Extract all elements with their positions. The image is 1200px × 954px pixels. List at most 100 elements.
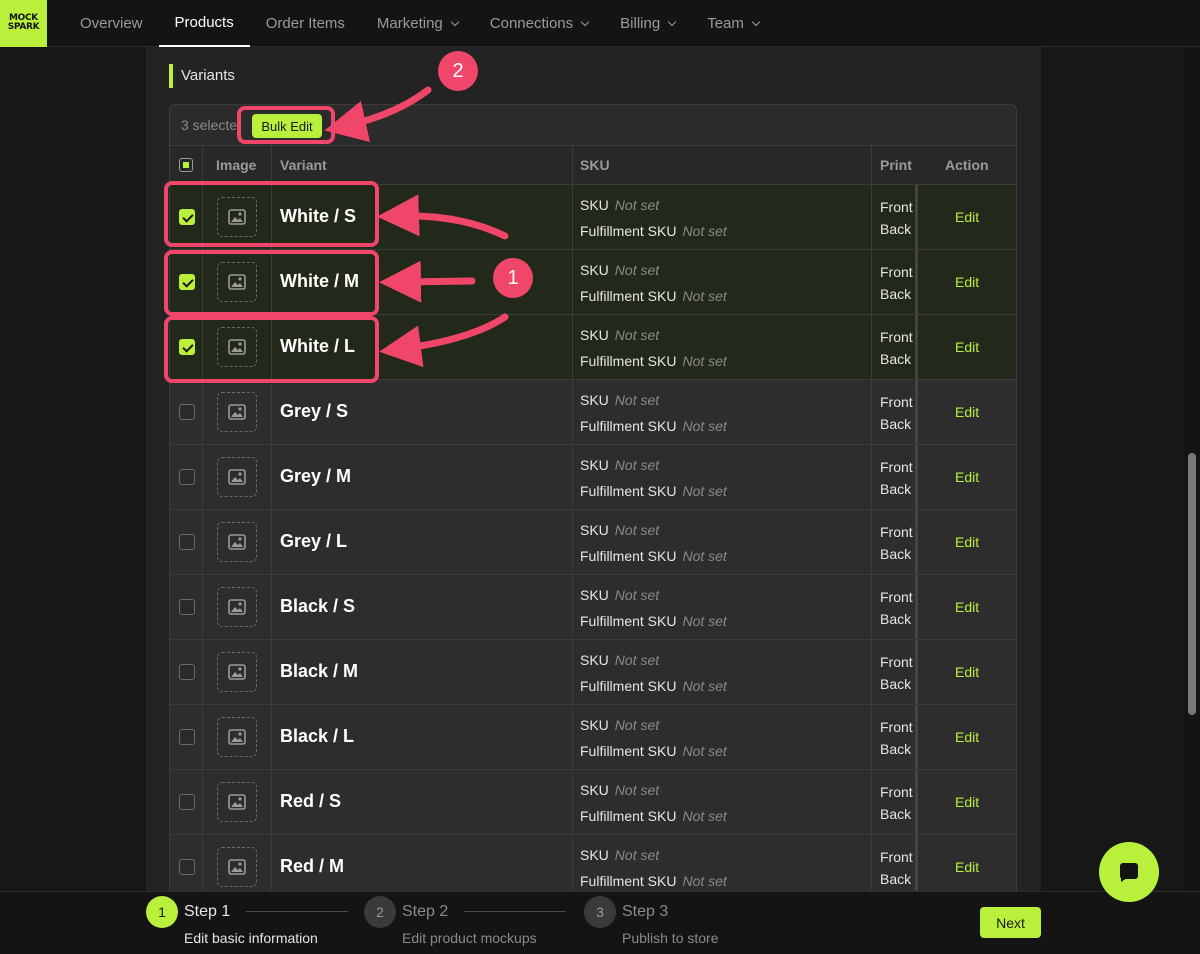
sku-value: Not set bbox=[614, 782, 660, 798]
sku-value: Not set bbox=[614, 717, 660, 733]
image-placeholder[interactable] bbox=[217, 522, 257, 562]
chevron-down-icon bbox=[580, 17, 590, 26]
step-title: Step 3 bbox=[622, 903, 669, 920]
edit-link[interactable]: Edit bbox=[955, 209, 979, 225]
row-checkbox[interactable] bbox=[179, 534, 195, 550]
annotation-box-row bbox=[164, 181, 379, 247]
nav-item-overview[interactable]: Overview bbox=[64, 0, 159, 47]
sku-label: SKU bbox=[580, 717, 609, 733]
cell-divider bbox=[871, 380, 872, 445]
table-row: Grey / L SKU Not set Fulfillment SKU Not set… bbox=[170, 509, 1016, 575]
image-placeholder[interactable] bbox=[217, 587, 257, 627]
row-checkbox[interactable] bbox=[179, 664, 195, 680]
sku-label: SKU bbox=[580, 392, 609, 408]
sku-line: SKU Not set bbox=[580, 847, 659, 863]
edit-link[interactable]: Edit bbox=[955, 274, 979, 290]
fulfillment-sku-value: Not set bbox=[682, 808, 727, 824]
fulfillment-sku-line: Fulfillment SKU Not set bbox=[580, 808, 727, 824]
sticky-column-shadow bbox=[915, 770, 918, 835]
edit-link[interactable]: Edit bbox=[955, 599, 979, 615]
sticky-column-shadow bbox=[915, 445, 918, 510]
image-placeholder[interactable] bbox=[217, 782, 257, 822]
chat-button[interactable] bbox=[1099, 842, 1159, 902]
table-row: Red / S SKU Not set Fulfillment SKU Not set F… bbox=[170, 769, 1016, 835]
fulfillment-sku-value: Not set bbox=[682, 288, 727, 304]
nav-item-team[interactable]: Team bbox=[691, 0, 775, 47]
header-divider bbox=[202, 146, 203, 184]
cell-divider bbox=[271, 575, 272, 640]
header-variant: Variant bbox=[280, 157, 327, 173]
sku-label: SKU bbox=[580, 327, 609, 343]
annotation-box-row bbox=[164, 250, 379, 316]
sku-value: Not set bbox=[614, 457, 660, 473]
sku-label: SKU bbox=[580, 262, 609, 278]
scrollbar-thumb[interactable] bbox=[1188, 453, 1196, 715]
table-row: Red / M SKU Not set Fulfillment SKU Not set F… bbox=[170, 834, 1016, 891]
chevron-down-icon bbox=[667, 17, 677, 26]
edit-link[interactable]: Edit bbox=[955, 469, 979, 485]
fulfillment-sku-line: Fulfillment SKU Not set bbox=[580, 678, 727, 694]
annotation-badge-1: 1 bbox=[493, 258, 533, 298]
print-area-front: Front bbox=[880, 524, 913, 540]
brand-logo[interactable]: MOCK SPARK bbox=[0, 0, 47, 47]
sku-value: Not set bbox=[614, 587, 660, 603]
row-checkbox[interactable] bbox=[179, 404, 195, 420]
print-area-front: Front bbox=[880, 264, 913, 280]
sku-label: SKU bbox=[580, 587, 609, 603]
sku-label: SKU bbox=[580, 847, 609, 863]
sku-line: SKU Not set bbox=[580, 522, 659, 538]
print-area-front: Front bbox=[880, 719, 913, 735]
image-placeholder[interactable] bbox=[217, 652, 257, 692]
row-checkbox[interactable] bbox=[179, 859, 195, 875]
image-placeholder[interactable] bbox=[217, 717, 257, 757]
image-placeholder[interactable] bbox=[217, 392, 257, 432]
next-button[interactable]: Next bbox=[980, 907, 1041, 938]
edit-link[interactable]: Edit bbox=[955, 729, 979, 745]
select-all-checkbox[interactable] bbox=[179, 158, 193, 172]
image-placeholder[interactable] bbox=[217, 847, 257, 887]
nav-item-connections[interactable]: Connections bbox=[474, 0, 604, 47]
print-area-back: Back s bbox=[880, 416, 916, 432]
print-area-front: Front bbox=[880, 654, 913, 670]
sku-value: Not set bbox=[614, 522, 660, 538]
cell-divider bbox=[271, 835, 272, 891]
print-area-back: Back s bbox=[880, 741, 916, 757]
cell-divider bbox=[271, 445, 272, 510]
edit-link[interactable]: Edit bbox=[955, 664, 979, 680]
table-row: Black / S SKU Not set Fulfillment SKU Not se… bbox=[170, 574, 1016, 640]
nav-item-order-items[interactable]: Order Items bbox=[250, 0, 361, 47]
sku-line: SKU Not set bbox=[580, 457, 659, 473]
nav-item-products[interactable]: Products bbox=[158, 0, 250, 47]
edit-link[interactable]: Edit bbox=[955, 339, 979, 355]
edit-link[interactable]: Edit bbox=[955, 794, 979, 810]
table-row: Black / L SKU Not set Fulfillment SKU Not se… bbox=[170, 704, 1016, 770]
chevron-down-icon bbox=[751, 17, 761, 26]
header-divider bbox=[572, 146, 573, 184]
header-image: Image bbox=[216, 157, 257, 173]
sku-label: SKU bbox=[580, 652, 609, 668]
step-title: Step 2 bbox=[402, 903, 449, 920]
edit-link[interactable]: Edit bbox=[955, 404, 979, 420]
row-checkbox[interactable] bbox=[179, 469, 195, 485]
nav-item-marketing[interactable]: Marketing bbox=[361, 0, 474, 47]
cell-divider bbox=[871, 770, 872, 835]
variant-name: Red / S bbox=[280, 791, 342, 811]
edit-link[interactable]: Edit bbox=[955, 534, 979, 550]
nav-item-label: Marketing bbox=[376, 15, 443, 32]
fulfillment-sku-line: Fulfillment SKU Not set bbox=[580, 483, 727, 499]
row-checkbox[interactable] bbox=[179, 794, 195, 810]
nav-item-label: Products bbox=[174, 14, 234, 31]
sticky-column-shadow bbox=[915, 705, 918, 770]
sticky-column-shadow bbox=[915, 185, 918, 250]
fulfillment-sku-line: Fulfillment SKU Not set bbox=[580, 873, 727, 889]
image-placeholder[interactable] bbox=[217, 457, 257, 497]
print-area-front: Front bbox=[880, 199, 913, 215]
cell-divider bbox=[871, 835, 872, 891]
step-connector bbox=[464, 911, 566, 912]
fulfillment-sku-label: Fulfillment SKU bbox=[580, 678, 677, 694]
nav-item-billing[interactable]: Billing bbox=[604, 0, 691, 47]
row-checkbox[interactable] bbox=[179, 599, 195, 615]
edit-link[interactable]: Edit bbox=[955, 859, 979, 875]
cell-divider bbox=[572, 510, 573, 575]
row-checkbox[interactable] bbox=[179, 729, 195, 745]
